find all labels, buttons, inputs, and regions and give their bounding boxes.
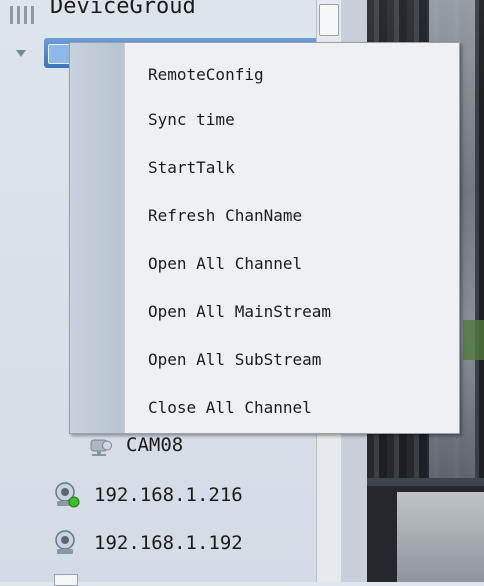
tree-item-camera[interactable]: CAM08 <box>88 430 183 460</box>
menu-item-close-all-channel[interactable]: Close All Channel <box>124 387 459 427</box>
grip-icon <box>2 0 38 24</box>
video-preview-window[interactable] <box>367 486 484 582</box>
video-divider <box>367 478 484 486</box>
host-address: 192.168.1.216 <box>94 484 243 506</box>
device-group-label[interactable]: DeviceGroud <box>50 0 196 19</box>
menu-item-refresh-channame[interactable]: Refresh ChanName <box>124 195 459 235</box>
menu-item-sync-time[interactable]: Sync time <box>124 99 459 139</box>
host-icon <box>55 530 75 554</box>
scrollbar-thumb[interactable] <box>319 4 339 36</box>
host-online-icon <box>55 482 80 508</box>
menu-item-open-all-substream[interactable]: Open All SubStream <box>124 339 459 379</box>
expand-arrow-icon[interactable] <box>16 50 26 57</box>
camera-icon <box>90 439 112 456</box>
menu-item-open-all-mainstream[interactable]: Open All MainStream <box>124 291 459 331</box>
menu-item-open-all-channel[interactable]: Open All Channel <box>124 243 459 283</box>
menu-icon-gutter <box>70 43 125 433</box>
menu-item-start-talk[interactable]: StartTalk <box>124 147 459 187</box>
tree-item-host[interactable]: 192.168.1.192 <box>52 528 243 558</box>
host-address: 192.168.1.192 <box>94 532 243 554</box>
tree-item-host[interactable]: 192.168.1.216 <box>52 480 243 510</box>
menu-item-remote-config[interactable]: RemoteConfig <box>124 54 459 94</box>
video-frame-content <box>463 320 484 360</box>
host-icon <box>54 574 78 586</box>
video-frame-content <box>397 492 484 582</box>
context-menu: RemoteConfig Sync time StartTalk Refresh… <box>69 42 460 434</box>
camera-label: CAM08 <box>126 434 184 456</box>
